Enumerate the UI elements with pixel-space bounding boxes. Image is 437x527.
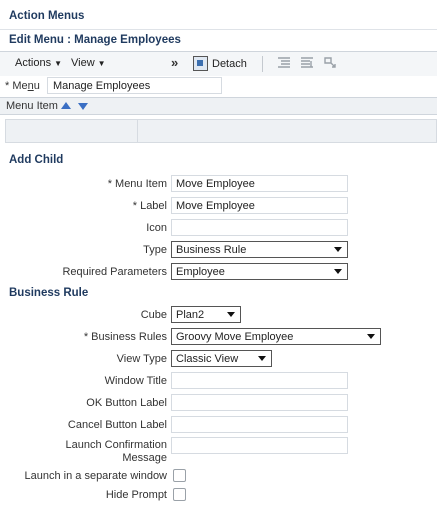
type-label: Type (143, 244, 167, 256)
menu-item-field[interactable]: Move Employee (171, 175, 348, 192)
business-rules-label: * Business Rules (83, 331, 167, 343)
menu-label: * Menu (5, 80, 40, 92)
menu-item-table-header: Menu Item (0, 97, 437, 115)
dropdown-arrow-icon (258, 356, 266, 361)
detach-button[interactable]: Detach (193, 56, 247, 71)
business-rule-title: Business Rule (9, 287, 89, 299)
menu-item-table-row[interactable] (5, 119, 437, 143)
view-type-label: View Type (116, 353, 167, 365)
column-divider (137, 120, 138, 142)
overflow-icon[interactable]: » (171, 55, 178, 70)
toolbar: Actions ▼ View ▼ » Detach (0, 51, 437, 77)
toolbar-divider (262, 56, 263, 72)
actions-menu[interactable]: Actions ▼ (15, 57, 62, 69)
hide-prompt-label: Hide Prompt (105, 489, 167, 501)
launch-confirmation-label-line1: Launch Confirmation (65, 439, 167, 451)
dropdown-arrow-icon (367, 334, 375, 339)
cube-select[interactable]: Plan2 (171, 306, 241, 323)
menu-item-label: * Menu Item (107, 178, 167, 190)
indent-icon[interactable] (277, 56, 291, 70)
dropdown-arrow-icon (227, 312, 235, 317)
dropdown-arrow-icon (334, 269, 342, 274)
label-field[interactable]: Move Employee (171, 197, 348, 214)
hide-prompt-checkbox[interactable] (173, 488, 186, 501)
view-type-select[interactable]: Classic View (171, 350, 272, 367)
move-item-icon[interactable] (323, 56, 337, 70)
separate-window-checkbox[interactable] (173, 469, 186, 482)
outdent-icon[interactable] (300, 56, 314, 70)
view-menu[interactable]: View ▼ (71, 57, 106, 69)
cancel-button-label-label: Cancel Button Label (67, 419, 167, 431)
chevron-down-icon: ▼ (54, 59, 62, 68)
ok-button-label-label: OK Button Label (86, 397, 167, 409)
launch-confirmation-field[interactable] (171, 437, 348, 454)
menu-name-row: * Menu Manage Employees (0, 76, 437, 96)
separate-window-label: Launch in a separate window (24, 470, 167, 482)
page-header: Action Menus (0, 0, 437, 28)
window-title-label: Window Title (104, 375, 167, 387)
add-child-title: Add Child (9, 154, 64, 166)
sort-ascending-icon[interactable] (61, 102, 71, 109)
ok-button-label-field[interactable] (171, 394, 348, 411)
page-title: Action Menus (9, 10, 85, 22)
type-select[interactable]: Business Rule (171, 241, 348, 258)
required-parameters-select[interactable]: Employee (171, 263, 348, 280)
business-rules-select[interactable]: Groovy Move Employee (171, 328, 381, 345)
cube-label: Cube (140, 309, 167, 321)
label-label: * Label (132, 200, 167, 212)
edit-menu-title: Edit Menu : Manage Employees (9, 34, 181, 46)
detach-icon (193, 56, 208, 71)
menu-name-field[interactable]: Manage Employees (47, 77, 222, 94)
chevron-down-icon: ▼ (97, 59, 106, 68)
sub-header: Edit Menu : Manage Employees (0, 29, 437, 52)
sort-descending-icon[interactable] (78, 103, 88, 110)
icon-label: Icon (146, 222, 167, 234)
dropdown-arrow-icon (334, 247, 342, 252)
cancel-button-label-field[interactable] (171, 416, 348, 433)
launch-confirmation-label-line2: Message (122, 452, 167, 464)
required-parameters-label: Required Parameters (62, 266, 167, 278)
window-title-field[interactable] (171, 372, 348, 389)
icon-field[interactable] (171, 219, 348, 236)
menu-item-column-header[interactable]: Menu Item (6, 100, 58, 112)
